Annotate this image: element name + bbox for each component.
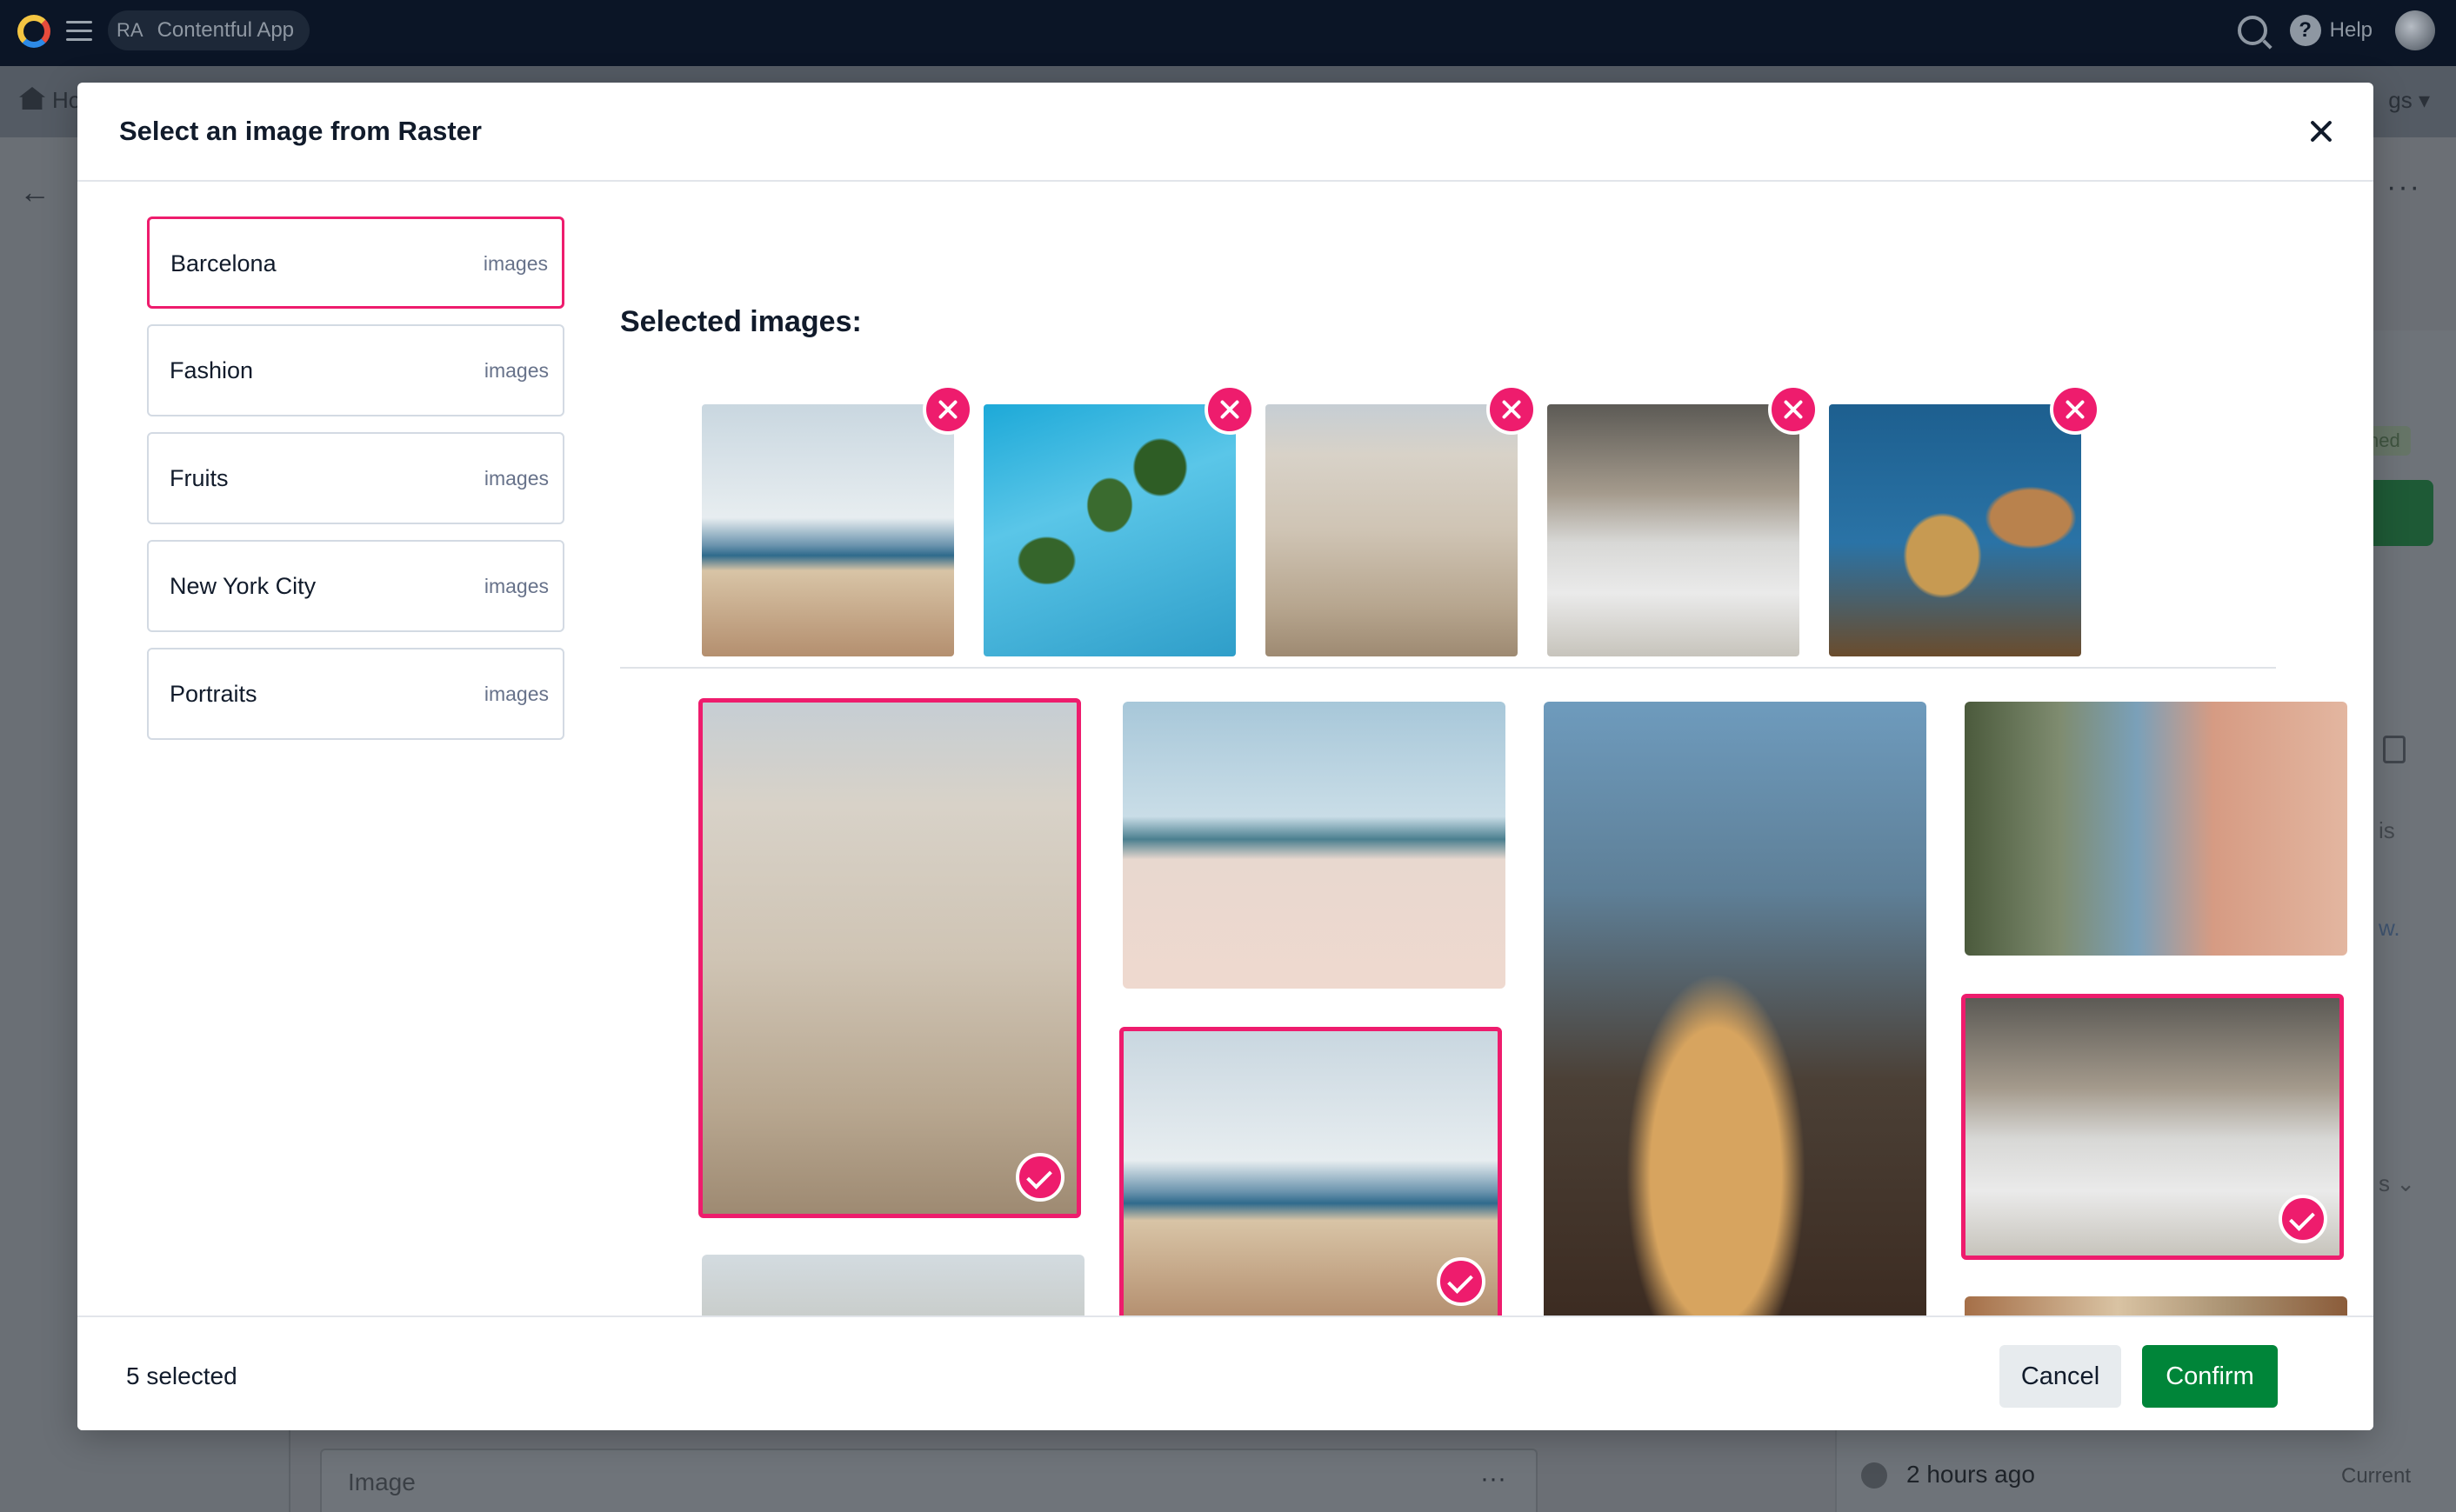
- folder-item-fashion[interactable]: Fashion images: [147, 324, 564, 416]
- image-field-menu-icon[interactable]: ···: [1480, 1464, 1506, 1494]
- selected-images-heading: Selected images:: [620, 305, 862, 338]
- version-avatar: [1861, 1462, 1887, 1489]
- copy-icon[interactable]: [2383, 736, 2406, 763]
- close-icon[interactable]: [2302, 112, 2340, 150]
- help-label: Help: [2329, 18, 2373, 42]
- image-field: [320, 1449, 1538, 1512]
- folder-name: New York City: [170, 573, 317, 599]
- folder-type: images: [483, 252, 548, 275]
- folder-name: Fashion: [170, 357, 254, 383]
- panel-link[interactable]: w.: [2379, 915, 2400, 942]
- image-tile-casa-batllo[interactable]: [1544, 702, 1926, 1333]
- remove-selected-icon[interactable]: [1768, 384, 1819, 435]
- selected-thumbnail-church: [1265, 404, 1518, 656]
- remove-selected-icon[interactable]: [2050, 384, 2100, 435]
- image-tile-street-musicians[interactable]: [1961, 994, 2344, 1260]
- folder-item-portraits[interactable]: Portraits images: [147, 648, 564, 740]
- image-tile-palm-beach[interactable]: [1123, 702, 1505, 989]
- confirm-button[interactable]: Confirm: [2142, 1345, 2278, 1408]
- folder-type: images: [484, 467, 549, 490]
- remove-selected-icon[interactable]: [923, 384, 973, 435]
- version-time: 2 hours ago: [1906, 1461, 2035, 1488]
- divider: [620, 667, 2276, 669]
- selected-count: 5 selected: [126, 1362, 237, 1389]
- more-options-icon[interactable]: ···: [2386, 170, 2421, 204]
- modal-title: Select an image from Raster: [119, 116, 482, 146]
- space-name: Contentful App: [157, 18, 295, 42]
- modal-header: Select an image from Raster: [77, 83, 2373, 182]
- avatar[interactable]: [2395, 10, 2435, 50]
- folder-item-barcelona[interactable]: Barcelona images: [147, 216, 564, 309]
- folder-name: Fruits: [170, 465, 229, 491]
- remove-selected-icon[interactable]: [1486, 384, 1537, 435]
- back-arrow-icon[interactable]: ←: [19, 174, 50, 210]
- modal-footer: 5 selected Cancel Confirm: [77, 1316, 2373, 1430]
- selected-thumbnail-beach-crowd: [702, 404, 954, 656]
- version-current-label: Current: [2341, 1464, 2412, 1488]
- image-picker-modal: Select an image from Raster Barcelona im…: [77, 83, 2373, 1430]
- checkmark-icon: [1437, 1257, 1485, 1306]
- checkmark-icon: [2279, 1195, 2327, 1243]
- selected-thumbnail-palm-trees: [984, 404, 1236, 656]
- image-tile-church[interactable]: [698, 698, 1081, 1218]
- folder-type: images: [484, 359, 549, 382]
- image-tile-beach-crowd[interactable]: [1119, 1027, 1502, 1322]
- panel-text: is: [2379, 817, 2395, 843]
- search-icon[interactable]: [2237, 16, 2267, 45]
- selected-thumbnail-musicians: [1547, 404, 1799, 656]
- checkmark-icon: [1016, 1153, 1064, 1202]
- menu-icon[interactable]: [66, 21, 92, 42]
- image-field-label: Image: [348, 1469, 416, 1495]
- settings-menu[interactable]: gs ▾: [2388, 87, 2430, 114]
- space-switcher[interactable]: RA Contentful App: [108, 10, 310, 50]
- image-browser: Selected images:: [620, 182, 2353, 1397]
- panel-dropdown[interactable]: s ⌄: [2379, 1170, 2415, 1197]
- folder-type: images: [484, 575, 549, 597]
- top-navigation-bar: RA Contentful App ? Help: [0, 0, 2456, 66]
- cancel-button[interactable]: Cancel: [1999, 1345, 2121, 1408]
- space-initials: RA: [117, 19, 143, 41]
- contentful-logo-icon[interactable]: [17, 15, 50, 48]
- selected-thumbnail-gaudi: [1829, 404, 2081, 656]
- folder-name: Portraits: [170, 681, 257, 707]
- folder-name: Barcelona: [170, 250, 277, 276]
- remove-selected-icon[interactable]: [1205, 384, 1255, 435]
- folder-type: images: [484, 683, 549, 705]
- folder-item-fruits[interactable]: Fruits images: [147, 432, 564, 524]
- help-icon: ?: [2289, 15, 2321, 46]
- folder-item-new-york-city[interactable]: New York City images: [147, 540, 564, 632]
- folder-list: Barcelona images Fashion images Fruits i…: [147, 216, 564, 756]
- help-button[interactable]: ? Help: [2289, 15, 2373, 46]
- image-tile-colorful-street[interactable]: [1965, 702, 2347, 956]
